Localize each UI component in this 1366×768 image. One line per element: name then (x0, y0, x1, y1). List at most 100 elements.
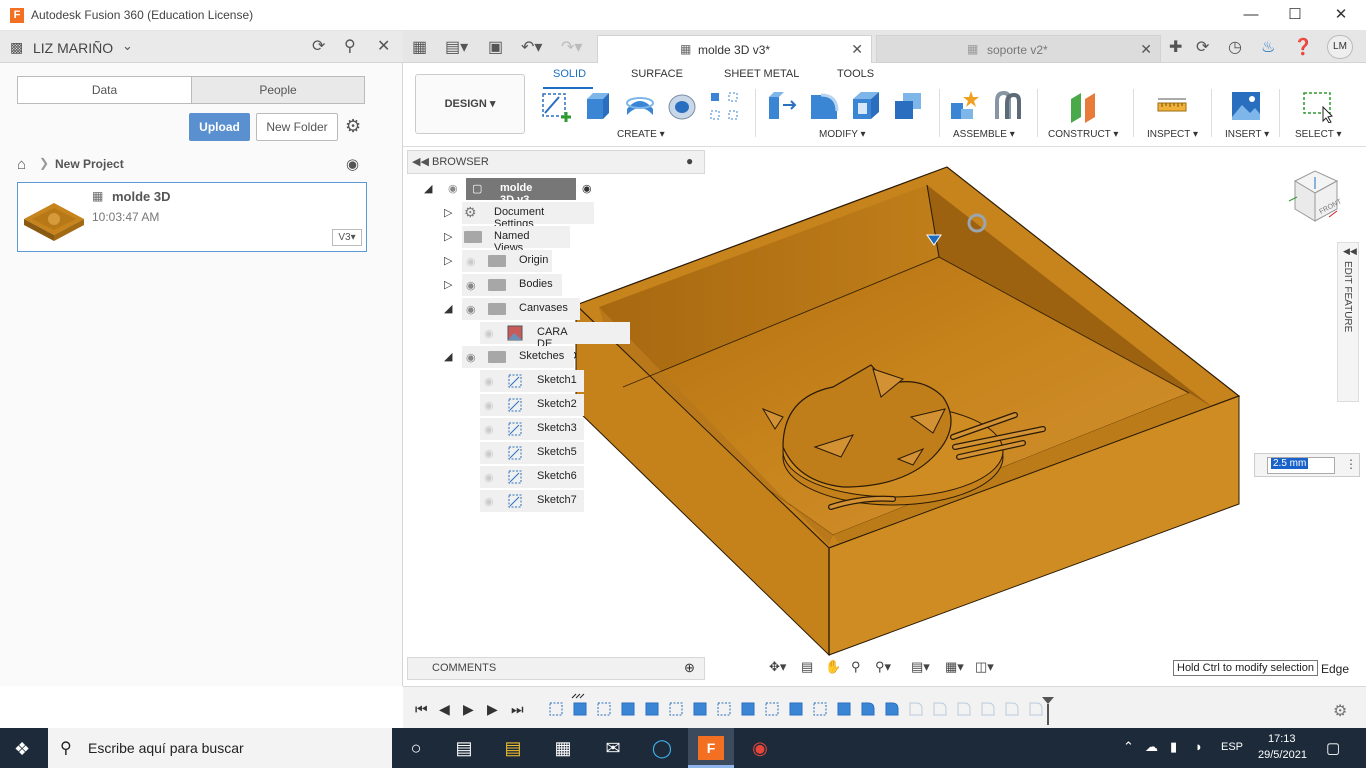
collapse-arrow-icon[interactable]: ◢ (424, 182, 432, 195)
tab-surface[interactable]: SURFACE (631, 68, 683, 80)
breadcrumb-project[interactable]: New Project (55, 157, 124, 171)
close-icon[interactable]: ✕ (851, 41, 863, 58)
maximize-icon[interactable]: ☐ (1272, 4, 1318, 26)
chevron-up-icon[interactable]: ⌃ (1123, 739, 1134, 755)
close-icon[interactable]: ✕ (1318, 4, 1364, 26)
combine-icon[interactable] (891, 89, 925, 123)
hidden-eye-icon[interactable]: ◉ (466, 255, 476, 268)
go-to-end-icon[interactable]: ⏭ (511, 701, 524, 718)
tab-sheet-metal[interactable]: SHEET METAL (724, 68, 799, 80)
pan-icon[interactable]: ✋ (825, 659, 841, 675)
inspect-menu[interactable]: INSPECT ▾ (1147, 129, 1198, 140)
battery-icon[interactable]: ▮ (1170, 739, 1177, 755)
notifications-icon[interactable]: ♨ (1261, 37, 1275, 57)
timeline-marker-icon[interactable] (1041, 695, 1055, 725)
chevron-down-icon[interactable]: ⌄ (122, 38, 133, 54)
joint-icon[interactable] (991, 89, 1025, 123)
visibility-eye-icon[interactable]: ◉ (466, 303, 476, 316)
globe-icon[interactable]: ◉ (346, 155, 359, 173)
insert-menu[interactable]: INSERT ▾ (1225, 129, 1269, 140)
minimize-icon[interactable]: — (1228, 4, 1274, 26)
shell-icon[interactable] (849, 89, 883, 123)
grid-icon[interactable]: ▦ (412, 37, 427, 57)
look-at-icon[interactable]: ▤ (801, 659, 813, 675)
create-menu[interactable]: CREATE ▾ (617, 129, 665, 140)
hole-icon[interactable] (665, 89, 699, 123)
revolve-icon[interactable] (623, 89, 657, 123)
hidden-eye-icon[interactable]: ◉ (484, 423, 494, 436)
step-back-icon[interactable]: ◀ (439, 701, 450, 718)
comments-panel-header[interactable]: COMMENTS ⊕ (407, 657, 705, 680)
tab-solid[interactable]: SOLID (553, 68, 586, 80)
expand-arrow-icon[interactable]: ▷ (444, 278, 452, 291)
chrome-icon[interactable]: ◉ (747, 736, 773, 760)
expand-arrow-icon[interactable]: ▷ (444, 206, 452, 219)
notifications-center-icon[interactable]: ▢ (1326, 739, 1340, 757)
mail-icon[interactable]: ✉ (600, 736, 626, 760)
hidden-eye-icon[interactable]: ◉ (484, 327, 494, 340)
collapse-arrow-icon[interactable]: ◢ (444, 302, 452, 315)
close-icon[interactable]: ✕ (377, 36, 390, 56)
version-dropdown[interactable]: V3▾ (332, 229, 362, 246)
search-icon[interactable]: ⚲ (344, 36, 356, 56)
clock-time[interactable]: 17:13 (1268, 733, 1296, 745)
edge-icon[interactable]: ◯ (649, 736, 675, 760)
viewports-icon[interactable]: ◫▾ (975, 659, 994, 675)
cloud-icon[interactable]: ☁ (1145, 739, 1158, 755)
hidden-eye-icon[interactable]: ◉ (484, 399, 494, 412)
measure-icon[interactable] (1155, 89, 1189, 123)
collapse-icon[interactable]: ◀◀ (412, 155, 429, 168)
help-icon[interactable]: ❓ (1293, 37, 1313, 57)
close-icon[interactable]: ✕ (1140, 41, 1152, 58)
collapse-arrow-icon[interactable]: ◢ (444, 350, 452, 363)
file-icon[interactable]: ▤▾ (445, 37, 468, 57)
fusion-app-icon[interactable]: F (698, 736, 724, 760)
refresh-icon[interactable]: ⟳ (312, 36, 325, 56)
select-menu[interactable]: SELECT ▾ (1295, 129, 1342, 140)
redo-icon[interactable]: ↷▾ (561, 37, 582, 57)
hidden-eye-icon[interactable]: ◉ (484, 447, 494, 460)
language-indicator[interactable]: ESP (1221, 741, 1243, 753)
taskbar-search[interactable]: ⚲ Escribe aquí para buscar (48, 728, 392, 768)
view-cube[interactable]: FRONT (1285, 167, 1343, 227)
tab-molde-3d[interactable]: ▦ molde 3D v3* ✕ (597, 35, 872, 63)
hidden-eye-icon[interactable]: ◉ (484, 471, 494, 484)
minimize-browser-icon[interactable]: ● (686, 154, 693, 168)
modify-menu[interactable]: MODIFY ▾ (819, 129, 866, 140)
step-forward-icon[interactable]: ▶ (487, 701, 498, 718)
store-icon[interactable]: ▦ (550, 736, 576, 760)
tab-data[interactable]: Data (18, 77, 191, 103)
expand-arrow-icon[interactable]: ▷ (444, 230, 452, 243)
orbit-icon[interactable]: ✥▾ (769, 659, 786, 675)
upload-button[interactable]: Upload (189, 113, 250, 141)
hidden-eye-icon[interactable]: ◉ (484, 495, 494, 508)
avatar[interactable]: LM (1327, 35, 1353, 59)
zoom-icon[interactable]: ⚲ (851, 659, 861, 675)
home-icon[interactable]: ⌂ (17, 156, 26, 173)
cortana-icon[interactable]: ○ (403, 736, 429, 760)
visibility-eye-icon[interactable]: ◉ (448, 182, 458, 195)
press-pull-icon[interactable] (765, 89, 799, 123)
expand-arrow-icon[interactable]: ▷ (444, 254, 452, 267)
new-tab-icon[interactable]: ✚ (1169, 37, 1182, 57)
go-to-start-icon[interactable]: ⏮ (415, 701, 428, 718)
more-options-icon[interactable]: ⋮ (1345, 457, 1357, 471)
workspace-selector[interactable]: DESIGN ▾ (415, 74, 525, 134)
dimension-input[interactable]: 2.5 mm (1267, 457, 1335, 474)
gear-icon[interactable]: ⚙ (1333, 701, 1347, 721)
construct-menu[interactable]: CONSTRUCT ▾ (1048, 129, 1118, 140)
undo-icon[interactable]: ↶▾ (521, 37, 542, 57)
job-status-icon[interactable]: ◷ (1228, 37, 1242, 57)
file-card[interactable]: ▦ molde 3D 10:03:47 AM V3▾ (17, 182, 367, 252)
add-comment-icon[interactable]: ⊕ (684, 660, 695, 676)
clock-date[interactable]: 29/5/2021 (1258, 749, 1307, 761)
timeline-features[interactable] (548, 692, 1048, 726)
offset-plane-icon[interactable] (1067, 89, 1101, 123)
extrude-icon[interactable] (581, 89, 615, 123)
windows-start-icon[interactable]: ❖ (14, 739, 30, 760)
expand-icon[interactable]: ◀◀ (1343, 246, 1357, 257)
insert-image-icon[interactable] (1229, 89, 1263, 123)
save-icon[interactable]: ▣ (488, 37, 503, 57)
pattern-icon[interactable] (707, 89, 741, 123)
tab-people[interactable]: People (191, 77, 364, 103)
